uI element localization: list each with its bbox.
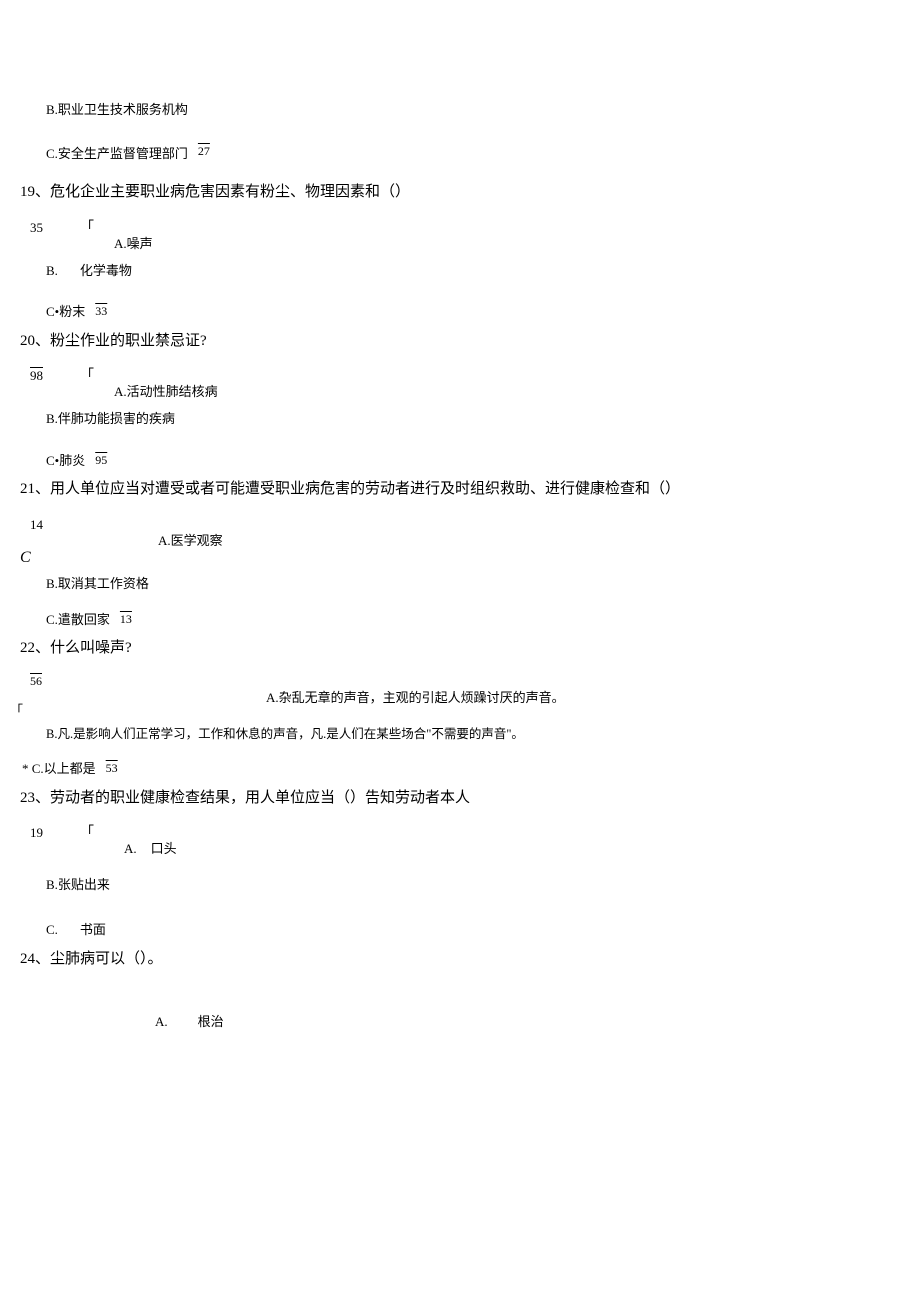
overline-number: 27 bbox=[198, 142, 210, 160]
question-21: 21、用人单位应当对遭受或者可能遭受职业病危害的劳动者进行及时组织救助、进行健康… bbox=[0, 478, 920, 501]
bracket-marker: 「 bbox=[80, 821, 94, 844]
q23-option-b: B.张贴出来 bbox=[0, 875, 920, 895]
q20-row-a: 98 「 A.活动性肺结核病 bbox=[0, 364, 920, 403]
overline-number: 95 bbox=[95, 451, 107, 469]
bracket-marker: 「 bbox=[80, 364, 94, 387]
q21-option-b: B.取消其工作资格 bbox=[0, 574, 920, 594]
question-24: 24、尘肺病可以（）。 bbox=[0, 948, 920, 971]
question-22: 22、什么叫噪声? bbox=[0, 637, 920, 660]
prev-option-b: B.职业卫生技术服务机构 bbox=[0, 100, 920, 120]
q19-option-a: A.噪声 bbox=[114, 236, 153, 251]
option-label: C•肺炎 bbox=[46, 451, 85, 471]
q22-option-b: B.凡.是影响人们正常学习，工作和休息的声音，凡.是人们在某些场合"不需要的声音… bbox=[0, 725, 920, 744]
q21-option-c: C.遣散回家 13 bbox=[0, 610, 920, 630]
q20-option-a: A.活动性肺结核病 bbox=[114, 384, 218, 399]
question-20: 20、粉尘作业的职业禁忌证? bbox=[0, 330, 920, 353]
overline-number: 53 bbox=[106, 759, 118, 777]
q22-option-a: A.杂乱无章的声音，主观的引起人烦躁讨厌的声音。 bbox=[158, 672, 565, 708]
q21-row-a: 14 A.医学观察 bbox=[0, 513, 920, 551]
option-label: B. bbox=[46, 261, 58, 281]
side-number: 19 bbox=[30, 821, 60, 843]
option-label: A. bbox=[155, 1012, 168, 1032]
q19-row-a: 35 「 A.噪声 bbox=[0, 216, 920, 255]
option-label: A. bbox=[124, 839, 137, 859]
option-text: 书面 bbox=[80, 920, 106, 940]
side-number: 35 bbox=[30, 216, 60, 238]
option-text: 口头 bbox=[151, 839, 177, 859]
option-label: * C.以上都是 bbox=[22, 759, 96, 779]
prev-option-c: C.安全生产监督管理部门 27 bbox=[0, 144, 920, 164]
q19-option-b: B. 化学毒物 bbox=[0, 261, 920, 281]
question-19: 19、危化企业主要职业病危害因素有粉尘、物理因素和（） bbox=[0, 181, 920, 204]
q24-option-a: A. 根治 bbox=[0, 982, 920, 1032]
side-number: 56 bbox=[30, 672, 158, 690]
bracket-marker: 「 bbox=[80, 216, 94, 239]
option-label: C. bbox=[46, 920, 58, 940]
option-label: C.遣散回家 bbox=[46, 610, 110, 630]
option-text: 根治 bbox=[198, 1012, 224, 1032]
option-text: 化学毒物 bbox=[80, 261, 132, 281]
question-23: 23、劳动者的职业健康检查结果，用人单位应当（）告知劳动者本人 bbox=[0, 787, 920, 810]
q23-option-c: C. 书面 bbox=[0, 920, 920, 940]
q22-option-c: * C.以上都是 53 bbox=[0, 759, 920, 779]
q20-option-b: B.伴肺功能损害的疾病 bbox=[0, 409, 920, 429]
italic-c-mark: C bbox=[0, 546, 920, 570]
option-label: C.安全生产监督管理部门 bbox=[46, 144, 188, 164]
q19-option-c: C•粉末 33 bbox=[0, 302, 920, 322]
q23-row-a: 19 「 A. 口头 bbox=[0, 821, 920, 859]
q21-option-a: A.医学观察 bbox=[158, 513, 223, 551]
overline-number: 33 bbox=[95, 302, 107, 320]
side-number: 98 bbox=[30, 364, 60, 386]
overline-number: 13 bbox=[120, 610, 132, 628]
option-label: C•粉末 bbox=[46, 302, 85, 322]
side-number: 14 bbox=[30, 513, 158, 535]
q20-option-c: C•肺炎 95 bbox=[0, 451, 920, 471]
